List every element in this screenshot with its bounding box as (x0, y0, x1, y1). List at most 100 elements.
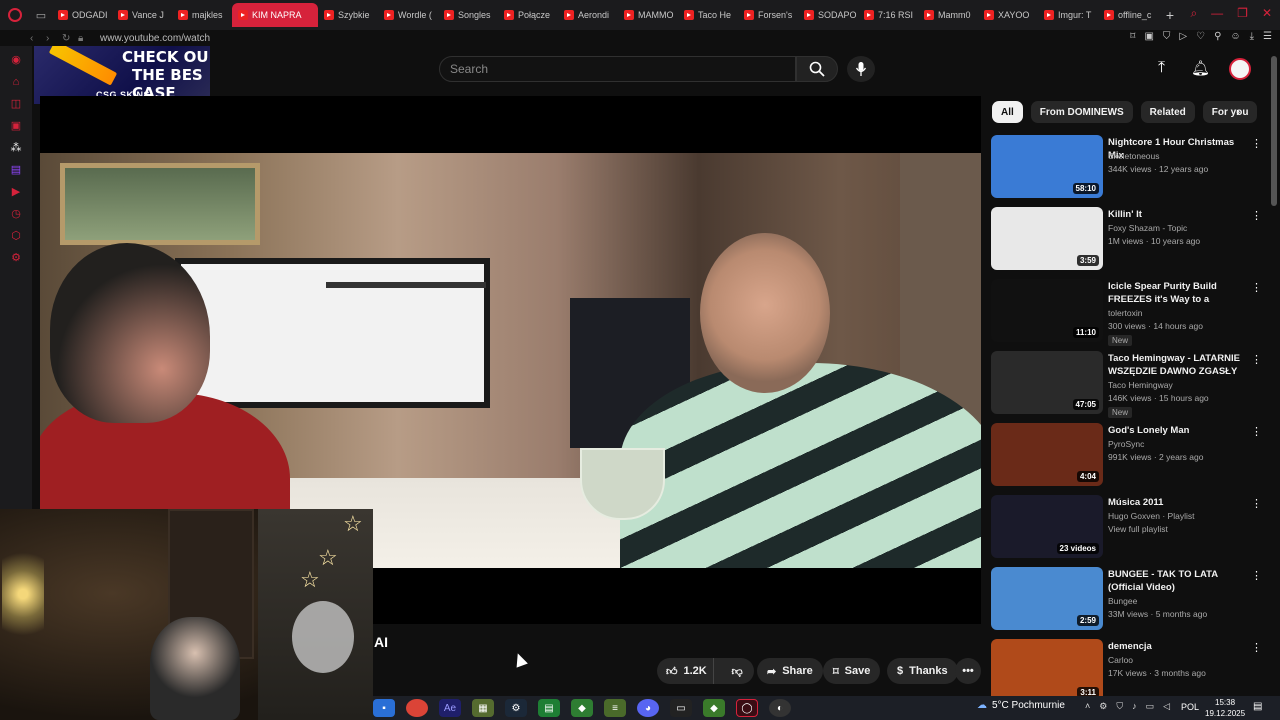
thanks-button[interactable]: $ Thanks (887, 658, 958, 684)
sidebar-twitch-icon[interactable]: ▤ (10, 164, 23, 177)
recommendation-title[interactable]: Taco Hemingway - LATARNIE WSZĘDZIE DAWNO… (1108, 352, 1246, 378)
shield-tray-icon[interactable]: ⛉ (1116, 701, 1123, 712)
dislike-button[interactable]: 👎︎ (720, 658, 754, 684)
chevron-right-icon[interactable]: › (1236, 104, 1240, 119)
recommendation-item[interactable]: 3:59 Killin' It Foxy Shazam - Topic 1M view… (991, 207, 1262, 275)
browser-tab[interactable]: Wordle ( (378, 3, 438, 27)
video-thumbnail[interactable]: 2:59 (991, 567, 1103, 630)
upload-icon[interactable]: ⤒ (1158, 59, 1165, 77)
language-indicator[interactable]: POL (1181, 702, 1199, 712)
save-button[interactable]: ⌑ Save (823, 658, 881, 684)
stack-app-icon[interactable]: ≡ (604, 699, 626, 717)
forward-icon[interactable]: › (46, 33, 62, 44)
search-input[interactable]: Search (439, 56, 796, 82)
sidebar-ai-icon[interactable]: ⌂ (10, 76, 23, 89)
new-tab-button[interactable]: + (1158, 7, 1182, 23)
browser-tab[interactable]: Szybkie (318, 3, 378, 27)
discord-icon[interactable]: ◕ (637, 699, 659, 717)
channel-name[interactable]: Bungee (1108, 596, 1137, 606)
url-field[interactable]: www.youtube.com/watch (100, 33, 210, 44)
share-button[interactable]: ➦ Share (757, 658, 823, 684)
sidebar-tiktok-icon[interactable]: ⁂ (10, 142, 23, 155)
channel-name[interactable]: tolertoxin (1108, 308, 1143, 318)
sidebar-messenger-icon[interactable]: ◫ (10, 98, 23, 111)
browser-tab[interactable]: Vance J (112, 3, 172, 27)
sidebar-spotify-icon[interactable]: ◉ (10, 54, 23, 67)
terminal-icon[interactable]: ▭ (670, 699, 692, 717)
mic-tray-icon[interactable]: ♪ (1132, 701, 1137, 712)
video-thumbnail[interactable]: 23 videos (991, 495, 1103, 558)
close-icon[interactable]: ✕ (1262, 6, 1272, 21)
notepad-icon[interactable]: ▤ (538, 699, 560, 717)
chip-from-dominews[interactable]: From DOMINEWS (1030, 101, 1133, 123)
recommendation-item[interactable]: 2:59 BUNGEE - TAK TO LATA (Official Video… (991, 567, 1262, 635)
channel-name[interactable]: Carloo (1108, 655, 1133, 665)
battery-icon[interactable]: ▭ (1146, 701, 1155, 712)
clock[interactable]: 15:38 19.12.2025 (1205, 697, 1245, 719)
recommendation-item[interactable]: 4:04 God's Lonely Man PyroSync 991K views ·… (991, 423, 1262, 491)
chip-related[interactable]: Related (1140, 101, 1195, 123)
menu-icon[interactable]: ☰ (1263, 31, 1272, 42)
player-icon[interactable]: ▷ (1179, 31, 1187, 42)
video-thumbnail[interactable]: 47:05 (991, 351, 1103, 414)
shield-icon[interactable]: ⛉ (1163, 31, 1171, 42)
cube-app-icon[interactable]: ◆ (571, 699, 593, 717)
more-vertical-icon[interactable]: ⋮ (1251, 209, 1262, 222)
sidebar-history-icon[interactable]: ◷ (10, 208, 23, 221)
channel-name[interactable]: Hugo Goxven · Playlist (1108, 511, 1194, 521)
account-avatar[interactable] (1229, 58, 1251, 80)
after-effects-icon[interactable]: Ae (439, 699, 461, 717)
chevron-up-icon[interactable]: ˄ (1085, 701, 1090, 712)
heart-icon[interactable]: ♡ (1196, 31, 1205, 42)
browser-tab[interactable]: offline_c (1098, 3, 1158, 27)
sidebar-player-icon[interactable]: ▶ (10, 186, 23, 199)
more-vertical-icon[interactable]: ⋮ (1251, 425, 1262, 438)
recommendation-title[interactable]: Música 2011 (1108, 496, 1246, 509)
chip-for-you[interactable]: For you (1202, 101, 1258, 123)
video-thumbnail[interactable]: 3:59 (991, 207, 1103, 270)
sidebar-wallet-icon[interactable]: ⬡ (10, 230, 23, 243)
more-vertical-icon[interactable]: ⋮ (1251, 641, 1262, 654)
steam-tray-icon[interactable]: ⚙ (1099, 701, 1107, 712)
more-vertical-icon[interactable]: ⋮ (1251, 281, 1262, 294)
browser-tab[interactable]: Połącze (498, 3, 558, 27)
extensions-icon[interactable]: ⚲ (1214, 31, 1221, 42)
more-vertical-icon[interactable]: ⋮ (1251, 569, 1262, 582)
recommendation-title[interactable]: BUNGEE - TAK TO LATA (Official Video) (1108, 568, 1246, 594)
recommendation-title[interactable]: Icicle Spear Purity Build FREEZES it's W… (1108, 280, 1246, 306)
recommendation-title[interactable]: demencja (1108, 640, 1246, 653)
browser-tab[interactable]: Mamm0 (918, 3, 978, 27)
minecraft-icon[interactable]: ▦ (472, 699, 494, 717)
start-icon[interactable]: ▪ (373, 699, 395, 717)
steam-icon[interactable]: ⚙ (505, 699, 527, 717)
channel-name[interactable]: Taco Hemingway (1108, 380, 1173, 390)
browser-tab[interactable]: Imgur: T (1038, 3, 1098, 27)
browser-tab[interactable]: majkles (172, 3, 232, 27)
video-thumbnail[interactable]: 4:04 (991, 423, 1103, 486)
reload-icon[interactable]: ↻ (62, 33, 78, 44)
recommendation-title[interactable]: God's Lonely Man (1108, 424, 1246, 437)
notifications-bell-icon[interactable]: 🔔︎ (1191, 59, 1210, 77)
chrome-icon[interactable] (406, 699, 428, 717)
browser-tab[interactable]: Forsen's (738, 3, 798, 27)
channel-name[interactable]: PyroSync (1108, 439, 1144, 449)
channel-name[interactable]: Foxy Shazam - Topic (1108, 223, 1187, 233)
opera-logo-icon[interactable] (0, 0, 30, 30)
browser-tab[interactable]: Taco He (678, 3, 738, 27)
back-icon[interactable]: ‹ (30, 33, 46, 44)
sidebar-instagram-icon[interactable]: ▣ (10, 120, 23, 133)
voice-search-button[interactable] (847, 56, 875, 82)
more-vertical-icon[interactable]: ⋮ (1251, 353, 1262, 366)
snapshot-icon[interactable]: ▣ (1144, 31, 1153, 42)
like-button[interactable]: 👍︎ 1.2K (657, 658, 715, 684)
channel-name[interactable]: Skeletoneous (1108, 151, 1160, 161)
search-button[interactable] (796, 56, 838, 82)
minimize-icon[interactable]: — (1211, 6, 1223, 21)
obs-icon[interactable]: ◐ (769, 699, 791, 717)
recommendation-item[interactable]: 11:10 Icicle Spear Purity Build FREEZES i… (991, 279, 1262, 347)
browser-tab[interactable]: Songles (438, 3, 498, 27)
recommendation-item[interactable]: 47:05 Taco Hemingway - LATARNIE WSZĘDZIE … (991, 351, 1262, 419)
tab-overview-icon[interactable]: ▭ (30, 4, 52, 26)
browser-tab[interactable]: KIM NAPRA (232, 3, 318, 27)
download-icon[interactable]: ⤓ (1250, 31, 1254, 42)
